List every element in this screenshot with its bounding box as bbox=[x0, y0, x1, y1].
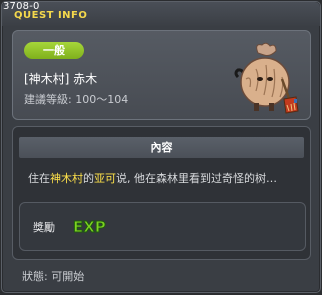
title-bar[interactable]: 3708-0 QUEST INFO bbox=[2, 1, 320, 26]
location-highlight: 神木村 bbox=[50, 172, 83, 185]
reward-label: 獎勵 bbox=[33, 221, 55, 234]
exp-icon-text: EXP bbox=[73, 218, 106, 236]
description-text: 说, 他在森林里看到过奇怪的树… bbox=[116, 172, 277, 185]
category-badge: 一般 bbox=[24, 42, 84, 59]
npc-name-highlight: 亚可 bbox=[94, 172, 116, 185]
window-title: QUEST INFO bbox=[14, 10, 88, 21]
description-text: 的 bbox=[83, 172, 94, 185]
quest-summary-panel: 一般 [神木村] 赤木 建議等級: 100～104 bbox=[12, 30, 311, 120]
content-panel: 內容 住在神木村的亚可说, 他在森林里看到过奇怪的树… 獎勵 EXP bbox=[12, 126, 311, 260]
description-text: 住在 bbox=[28, 172, 50, 185]
shaggy-creature-with-broom-icon bbox=[234, 42, 299, 114]
quest-status: 狀態: 可開始 bbox=[22, 270, 85, 283]
quest-info-window: 3708-0 QUEST INFO 一般 [神木村] 赤木 建議等級: 100～… bbox=[1, 1, 321, 293]
level-range: 建議等級: 100～104 bbox=[24, 93, 129, 106]
content-header: 內容 bbox=[19, 137, 304, 158]
quest-name: [神木村] 赤木 bbox=[24, 72, 98, 86]
exp-icon: EXP bbox=[73, 218, 107, 237]
quest-description: 住在神木村的亚可说, 他在森林里看到过奇怪的树… bbox=[28, 170, 277, 186]
reward-box: 獎勵 EXP bbox=[19, 202, 306, 251]
